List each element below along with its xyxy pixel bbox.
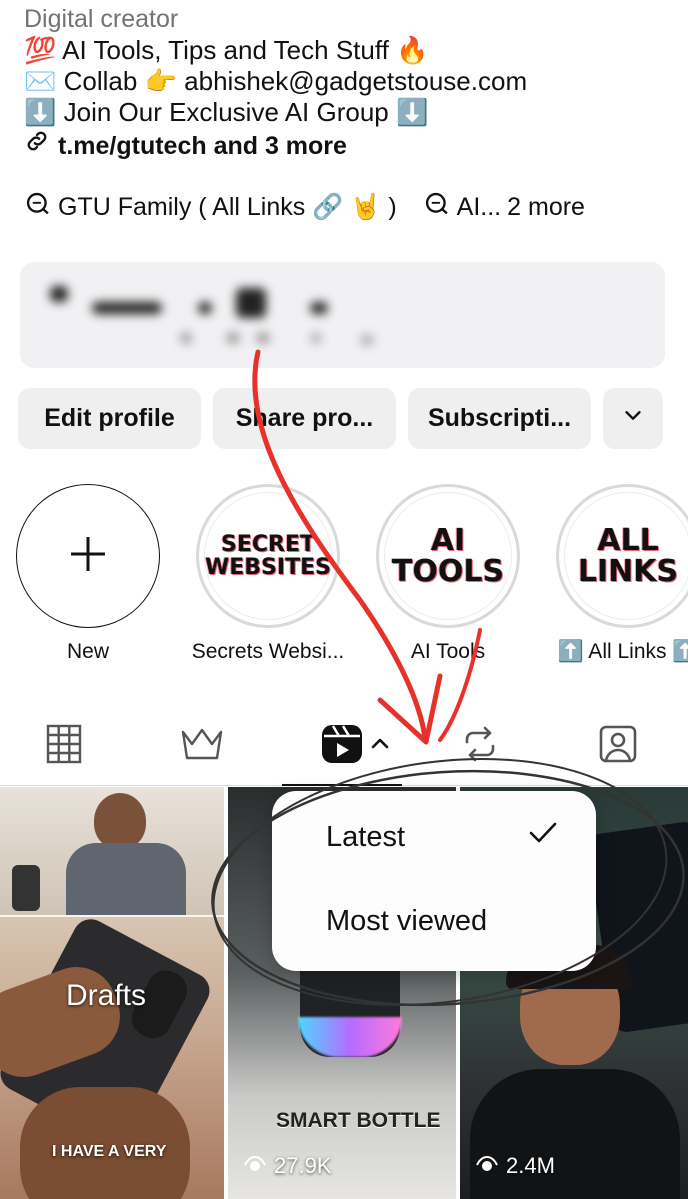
bio-line-2: ✉️ Collab 👉 abhishek@gadgetstouse.com: [24, 66, 668, 97]
bio-link[interactable]: t.me/gtutech and 3 more: [24, 128, 668, 164]
edit-profile-button[interactable]: Edit profile: [18, 388, 201, 449]
channel-chip-ai[interactable]: AI...: [457, 193, 501, 222]
hundred-points-emoji: 💯: [24, 35, 57, 65]
reel-top-frame: [0, 787, 224, 915]
chevron-down-icon: [622, 404, 644, 433]
reposts-icon: [460, 724, 500, 769]
tab-posts[interactable]: [34, 716, 94, 776]
highlight-cover-text: SECRET WEBSITES: [204, 492, 332, 620]
link-icon: [24, 128, 50, 164]
reel-caption: I HAVE A VERY: [52, 1143, 167, 1160]
subscriptions-button[interactable]: Subscripti...: [408, 388, 591, 449]
person-head: [94, 793, 146, 849]
highlight-new[interactable]: New: [16, 484, 160, 664]
tab-reposts[interactable]: [450, 716, 510, 776]
highlight-all-links[interactable]: ALL LINKS ⬆️ All Links ⬆️: [556, 484, 688, 664]
sort-option-most-viewed[interactable]: Most viewed: [326, 905, 487, 938]
eye-icon: [244, 1153, 266, 1179]
crown-icon: [180, 727, 224, 766]
reels-sort-menu: Latest Most viewed: [272, 791, 596, 971]
profile-tabs: [0, 706, 688, 786]
envelope-emoji: ✉️: [24, 66, 57, 96]
tab-tagged[interactable]: [588, 716, 648, 776]
highlight-label: New: [66, 640, 109, 663]
reel-views: 2.4M: [476, 1153, 555, 1179]
grid-icon: [46, 724, 82, 769]
channel-chip-gtu-family[interactable]: GTU Family ( All Links 🔗 🤘 ): [58, 193, 397, 222]
share-profile-button[interactable]: Share pro...: [213, 388, 396, 449]
redacted-dashboard-card: [20, 262, 665, 368]
sort-option-latest[interactable]: Latest: [326, 821, 405, 854]
highlight-cover-text: ALL LINKS: [564, 492, 688, 620]
highlight-label: Secrets Websi...: [191, 640, 345, 663]
plus-icon: [68, 534, 108, 579]
highlight-cover[interactable]: ALL LINKS: [556, 484, 688, 628]
bio-line-2-text: Collab: [63, 66, 138, 96]
drafts-label: Drafts: [66, 979, 147, 1012]
eye-icon: [476, 1153, 498, 1179]
bio-line-1-text: AI Tools, Tips and Tech Stuff: [62, 35, 389, 65]
down-arrow-emoji: ⬇️: [395, 97, 429, 127]
person-body: [66, 843, 186, 915]
reel-caption: SMART BOTTLE: [276, 1109, 441, 1132]
story-highlights: New SECRET WEBSITES Secrets Websi... AI …: [16, 484, 688, 664]
profile-actions: Edit profile Share pro... Subscripti...: [18, 388, 663, 449]
highlight-cover[interactable]: AI TOOLS: [376, 484, 520, 628]
chevron-up-icon[interactable]: [370, 736, 390, 755]
reel-views: 27.9K: [244, 1153, 332, 1179]
bio-link-text: t.me/gtutech and 3 more: [58, 132, 347, 160]
bio-line-3-text: Join Our Exclusive AI Group: [63, 97, 389, 127]
new-highlight-circle[interactable]: [16, 484, 160, 628]
highlight-cover[interactable]: SECRET WEBSITES: [196, 484, 340, 628]
highlight-label: ⬆️ All Links ⬆️: [557, 640, 688, 663]
channel-icon: [24, 190, 52, 225]
profile-category: Digital creator: [24, 5, 179, 33]
profile-bio: Digital creator 💯 AI Tools, Tips and Tec…: [24, 4, 668, 164]
channels-more[interactable]: 2 more: [507, 193, 585, 222]
channel-icon: [423, 190, 451, 225]
bio-line-3: ⬇️ Join Our Exclusive AI Group ⬇️: [24, 97, 668, 128]
reel-thumbnail[interactable]: Drafts I HAVE A VERY: [0, 787, 224, 1199]
broadcast-channels: GTU Family ( All Links 🔗 🤘 ) AI... 2 mor…: [24, 190, 585, 225]
tab-reels[interactable]: [282, 716, 402, 786]
person-body: [470, 1069, 680, 1199]
phone-shape: [12, 865, 40, 911]
fire-emoji: 🔥: [396, 35, 429, 65]
highlight-cover-text: AI TOOLS: [384, 492, 512, 620]
highlight-label: AI Tools: [410, 640, 486, 663]
highlight-secret-websites[interactable]: SECRET WEBSITES Secrets Websi...: [192, 484, 344, 664]
highlight-ai-tools[interactable]: AI TOOLS AI Tools: [376, 484, 520, 664]
bio-line-1: 💯 AI Tools, Tips and Tech Stuff 🔥: [24, 35, 668, 66]
checkmark-icon: [528, 821, 558, 850]
bio-email[interactable]: 👉 abhishek@gadgetstouse.com: [145, 66, 528, 96]
view-count: 27.9K: [274, 1153, 332, 1178]
tagged-icon: [597, 723, 639, 770]
reels-icon: [320, 722, 364, 771]
tab-subscriptions[interactable]: [172, 716, 232, 776]
view-count: 2.4M: [506, 1153, 555, 1178]
down-arrow-emoji: ⬇️: [24, 97, 57, 127]
suggested-accounts-button[interactable]: [603, 388, 663, 449]
